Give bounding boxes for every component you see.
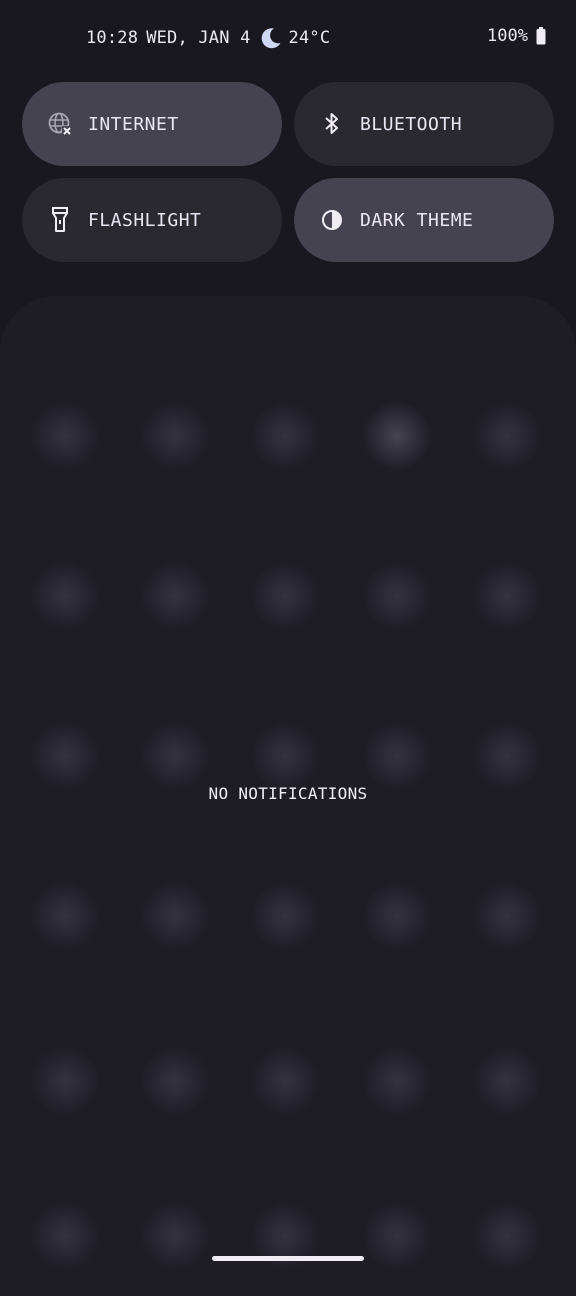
tile-bluetooth[interactable]: BLUETOOTH	[294, 82, 554, 166]
background-blur	[140, 561, 210, 631]
tile-flashlight[interactable]: FLASHLIGHT	[22, 178, 282, 262]
background-blur	[472, 561, 542, 631]
tile-label: FLASHLIGHT	[88, 209, 202, 231]
background-blur	[362, 401, 432, 471]
background-blur	[362, 561, 432, 631]
status-left: 10:28 WED, JAN 4 24°C	[86, 26, 330, 50]
background-blur	[472, 401, 542, 471]
background-blur	[250, 1046, 320, 1116]
background-blur	[362, 721, 432, 791]
bluetooth-icon	[318, 110, 346, 138]
background-blur	[250, 401, 320, 471]
background-blur	[250, 881, 320, 951]
background-blur	[140, 401, 210, 471]
background-blur	[30, 401, 100, 471]
battery-percent: 100%	[487, 26, 528, 46]
flashlight-icon	[46, 206, 74, 234]
tile-internet[interactable]: INTERNET	[22, 82, 282, 166]
contrast-icon	[318, 206, 346, 234]
background-blur	[140, 1046, 210, 1116]
status-right: 100%	[487, 26, 546, 46]
background-blur	[30, 881, 100, 951]
background-blur	[140, 1201, 210, 1271]
date: WED, JAN 4	[146, 28, 251, 48]
background-blur	[30, 1046, 100, 1116]
moon-icon	[259, 26, 283, 50]
background-blur	[250, 561, 320, 631]
no-notifications-text: NO NOTIFICATIONS	[208, 784, 368, 803]
background-blur	[250, 721, 320, 791]
status-bar: 10:28 WED, JAN 4 24°C 100%	[0, 0, 576, 78]
tile-label: INTERNET	[88, 113, 179, 135]
clock: 10:28	[86, 28, 139, 48]
background-blur	[140, 881, 210, 951]
home-gesture-bar[interactable]	[212, 1256, 364, 1261]
background-blur	[472, 1201, 542, 1271]
temperature: 24°C	[288, 28, 331, 48]
globe-off-icon	[46, 110, 74, 138]
background-blur	[362, 1201, 432, 1271]
battery-full-icon	[536, 27, 546, 45]
tile-label: DARK THEME	[360, 209, 474, 231]
background-blur	[30, 561, 100, 631]
notification-panel: NO NOTIFICATIONS	[0, 296, 576, 1296]
background-blur	[140, 721, 210, 791]
background-blur	[362, 881, 432, 951]
background-blur	[362, 1046, 432, 1116]
background-blur	[472, 1046, 542, 1116]
background-blur	[472, 721, 542, 791]
tile-dark-theme[interactable]: DARK THEME	[294, 178, 554, 262]
background-blur	[30, 1201, 100, 1271]
tile-label: BLUETOOTH	[360, 113, 463, 135]
background-blur	[30, 721, 100, 791]
background-blur	[472, 881, 542, 951]
